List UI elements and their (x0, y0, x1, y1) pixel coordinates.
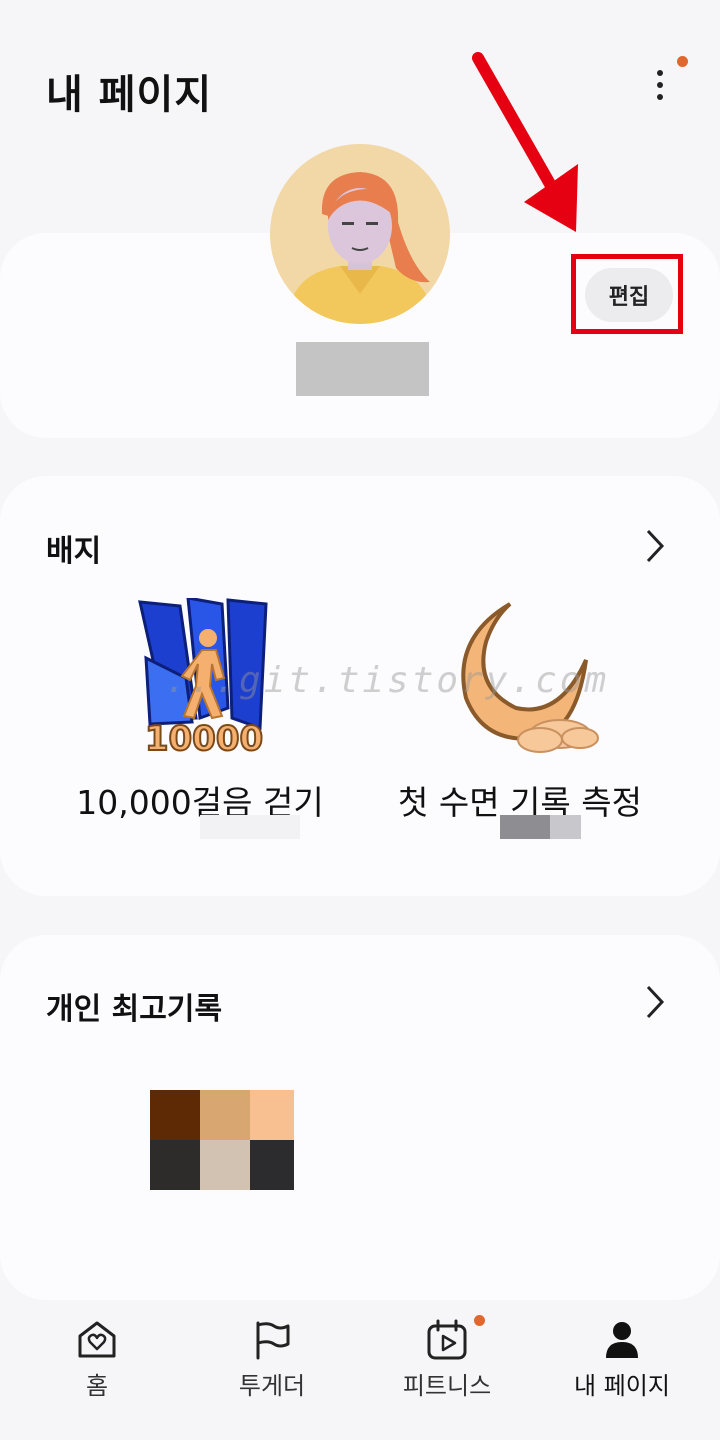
nav-label-together: 투게더 (238, 1372, 306, 1400)
home-heart-icon (78, 1321, 116, 1358)
notification-dot (677, 56, 688, 67)
more-options-icon[interactable] (640, 62, 680, 108)
nav-label-my-page: 내 페이지 (574, 1372, 670, 1400)
badge-section-title: 배지 (46, 534, 102, 569)
nav-item-together[interactable]: 투게더 (197, 1318, 347, 1401)
annotation-arrow (472, 52, 578, 232)
fitness-notification-dot (474, 1315, 485, 1326)
record-chevron-right-icon[interactable] (640, 982, 670, 1022)
person-icon (606, 1322, 638, 1358)
record-section-title: 개인 최고기록 (46, 992, 223, 1027)
nav-label-fitness: 피트니스 (402, 1372, 492, 1400)
badge-date-redacted (550, 815, 581, 839)
badge-date-redacted (500, 815, 550, 839)
profile-name-redacted (296, 342, 429, 396)
avatar[interactable] (270, 144, 450, 324)
calendar-play-icon (427, 1319, 467, 1360)
svg-text:10000: 10000 (145, 719, 263, 758)
nav-item-fitness[interactable]: 피트니스 (372, 1318, 522, 1401)
watermark: ...git.tistory.com (165, 660, 610, 701)
record-image-redacted (150, 1090, 294, 1190)
nav-item-my-page[interactable]: 내 페이지 (547, 1318, 697, 1401)
badge-date-redacted (200, 815, 300, 839)
flag-icon (256, 1321, 290, 1360)
nav-label-home: 홈 (85, 1372, 109, 1400)
edit-profile-button[interactable]: 편집 (585, 268, 673, 322)
badge-chevron-right-icon[interactable] (640, 526, 670, 566)
nav-item-home[interactable]: 홈 (22, 1318, 172, 1401)
page-title: 내 페이지 (46, 72, 213, 118)
